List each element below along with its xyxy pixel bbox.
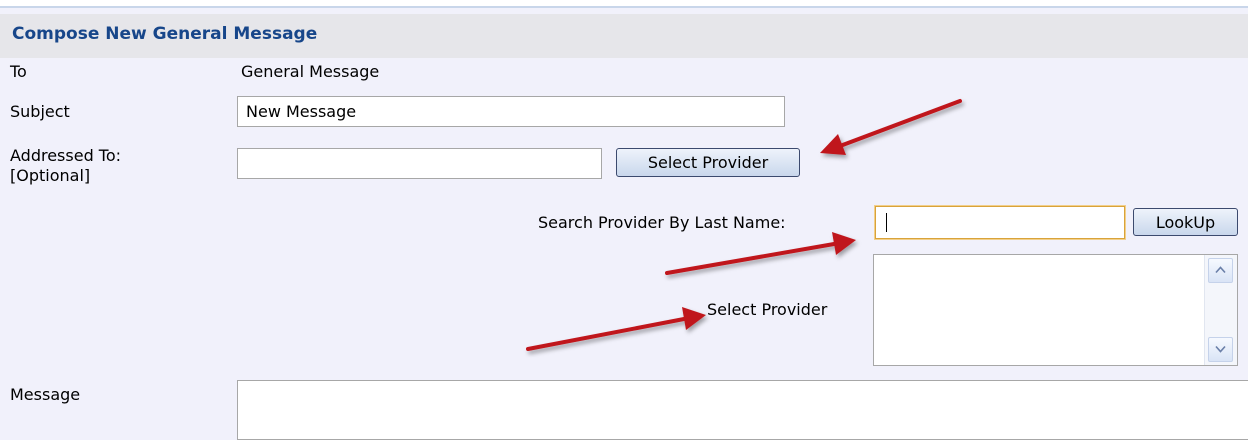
chevron-down-icon [1215,345,1226,353]
listbox-scrollbar[interactable] [1204,255,1237,365]
select-provider-label: Select Provider [707,300,828,319]
top-strip [0,0,1248,8]
search-provider-input[interactable] [875,206,1125,239]
search-provider-label: Search Provider By Last Name: [538,213,786,232]
section-header: Compose New General Message [0,14,1248,58]
addressed-to-optional-label: [Optional] [10,166,91,185]
page-title: Compose New General Message [12,24,318,44]
scroll-up-button[interactable] [1208,258,1233,283]
lookup-button[interactable]: LookUp [1133,208,1238,236]
subject-input[interactable] [237,96,785,127]
select-provider-button[interactable]: Select Provider [616,148,800,177]
to-label: To [10,62,27,81]
addressed-to-label: Addressed To: [10,146,122,165]
text-cursor [886,213,887,232]
scroll-down-button[interactable] [1208,337,1233,362]
arrow-icon [820,99,962,155]
message-textarea[interactable] [237,380,1248,440]
chevron-up-icon [1215,266,1226,274]
arrow-icon [665,232,856,275]
to-value: General Message [241,62,380,81]
subject-label: Subject [10,102,70,121]
message-label: Message [10,385,81,404]
provider-listbox[interactable] [873,254,1238,366]
addressed-to-input[interactable] [237,148,602,179]
arrow-icon [526,307,706,351]
